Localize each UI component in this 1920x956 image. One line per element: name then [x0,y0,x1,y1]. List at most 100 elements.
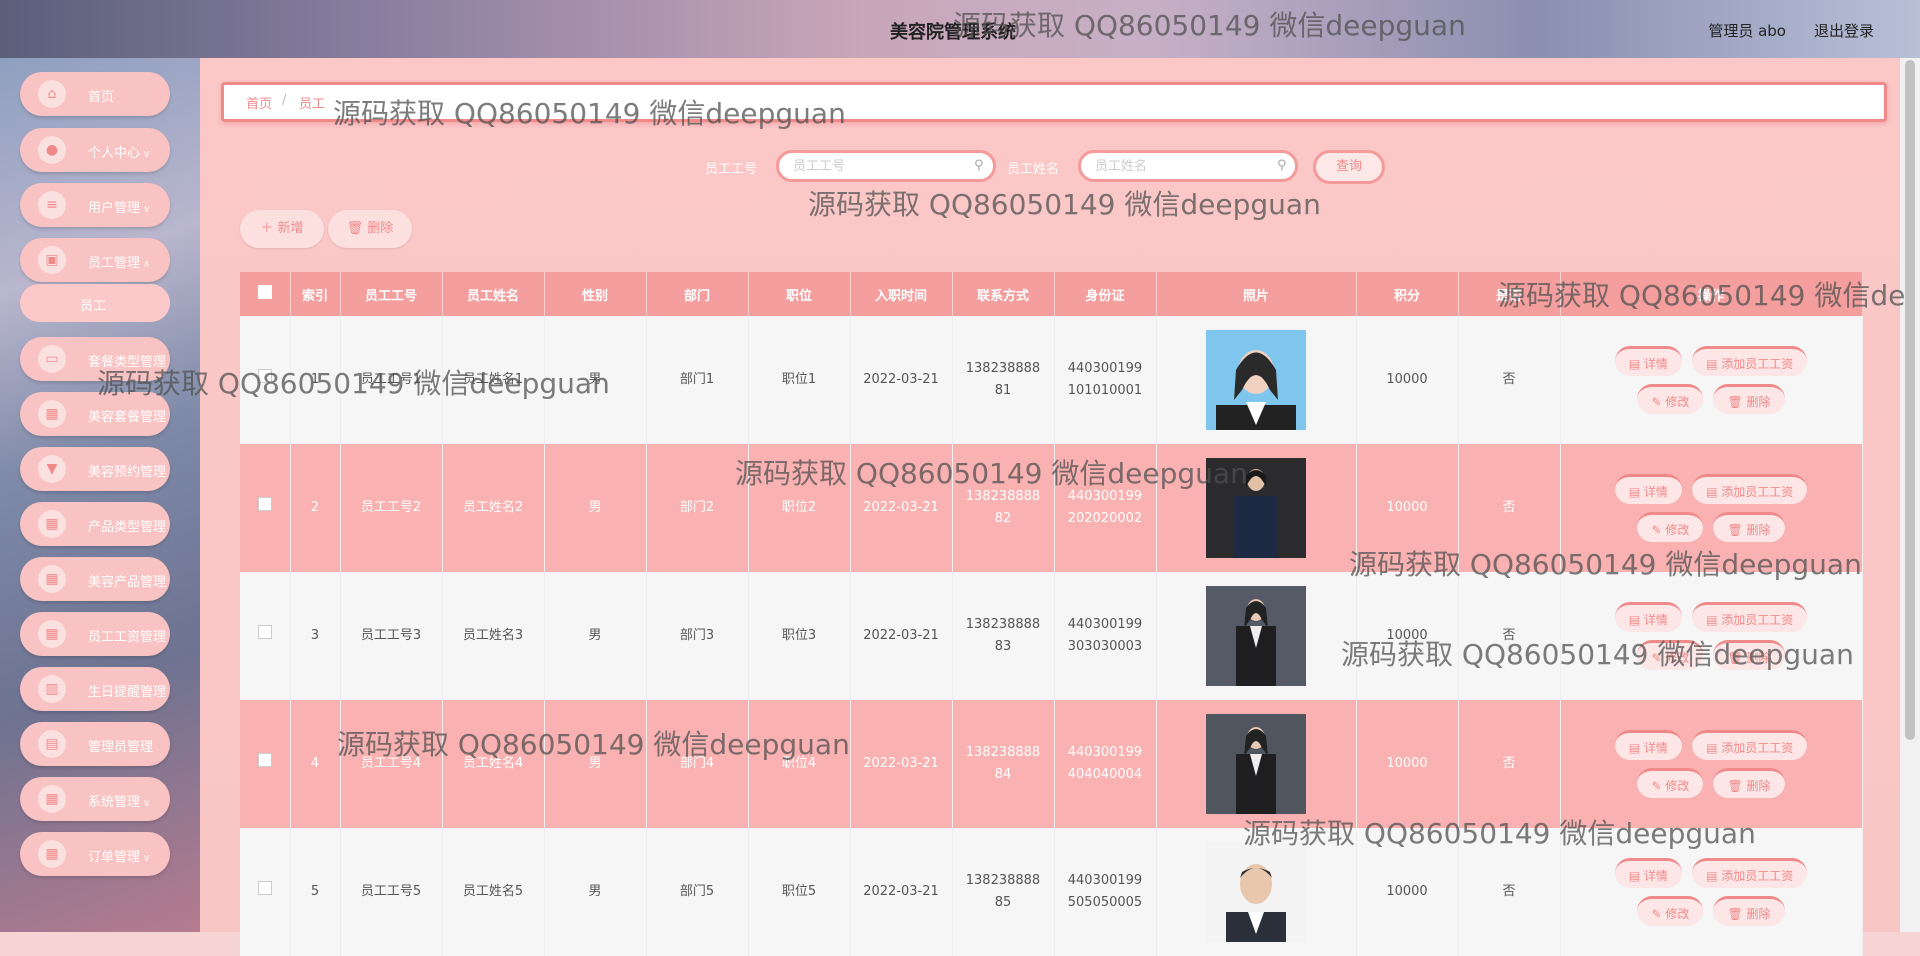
row-delete-button[interactable]: 🗑 删除 [1713,896,1785,926]
staff-photo[interactable] [1206,714,1306,814]
edit-button[interactable]: ✎ 修改 [1637,512,1704,542]
detail-button[interactable]: ▤ 详情 [1614,602,1682,632]
edit-button[interactable]: ✎ 修改 [1637,896,1704,926]
home-icon: ⌂ [38,80,66,108]
grid-icon: ▦ [38,785,66,813]
sidebar-item-salary[interactable]: ▦ 员工工资管理 [20,612,170,656]
cell-phone: 138238888 83 [952,572,1055,700]
phone-part: 85 [994,895,1012,910]
pin-icon: ▼ [38,455,66,483]
sidebar-item-product[interactable]: ▦ 美容产品管理 [20,557,170,601]
cell-flag: 否 [1458,444,1561,572]
row-checkbox[interactable] [240,700,291,828]
sidebar-item-appointment[interactable]: ▼ 美容预约管理 [20,447,170,491]
add-salary-label: 添加员工工资 [1721,741,1794,755]
idcard-part: 303030003 [1067,639,1143,654]
sidebar-item-package[interactable]: ▦ 美容套餐管理 [20,392,170,436]
row-checkbox[interactable] [240,828,291,956]
cell-staff-id: 员工工号5 [340,828,443,956]
add-salary-button[interactable]: ▤ 添加员工工资 [1692,602,1808,632]
cell-flag: 否 [1458,316,1561,444]
sidebar-item-label: 美容套餐管理 [88,410,167,425]
cell-points: 10000 [1356,700,1459,828]
detail-button[interactable]: ▤ 详情 [1614,730,1682,760]
cell-sex: 男 [544,828,647,956]
row-delete-button[interactable]: 🗑 删除 [1713,768,1785,798]
cell-position: 职位5 [748,828,851,956]
sidebar-item-home[interactable]: ⌂ 首页 [20,72,170,116]
add-salary-button[interactable]: ▤ 添加员工工资 [1692,858,1808,888]
edit-label: 修改 [1665,395,1690,409]
staff-photo[interactable] [1206,586,1306,686]
cell-photo [1156,444,1357,572]
scrollbar-thumb[interactable] [1905,60,1915,740]
cell-hire-date: 2022-03-21 [850,572,953,700]
cell-actions: ▤ 详情 ▤ 添加员工工资 ✎ 修改 🗑 删除 [1560,700,1863,828]
sidebar-item-users[interactable]: ≡ 用户管理 ∨ [20,183,170,227]
grid-icon: ▦ [38,510,66,538]
row-checkbox[interactable] [240,444,291,572]
staff-name-input[interactable] [1078,150,1298,182]
select-all-checkbox[interactable] [240,272,291,316]
edit-button[interactable]: ✎ 修改 [1637,768,1704,798]
cell-points: 10000 [1356,444,1459,572]
sidebar-item-staff[interactable]: ▣ 员工管理 ∧ [20,238,170,282]
idcard-part: 440300199 [1067,873,1143,888]
vertical-scrollbar[interactable] [1900,58,1920,932]
edit-label: 修改 [1665,779,1690,793]
row-delete-button[interactable]: 🗑 删除 [1713,384,1785,414]
cell-photo [1156,316,1357,444]
row-checkbox[interactable] [240,572,291,700]
row-delete-button[interactable]: 🗑 删除 [1713,512,1785,542]
detail-button[interactable]: ▤ 详情 [1614,346,1682,376]
table-header-row: 索引 员工工号 员工姓名 性别 部门 职位 入职时间 联系方式 身份证 照片 积… [240,272,1863,316]
row-checkbox[interactable] [240,316,291,444]
sidebar-item-admin[interactable]: ▤ 管理员管理 [20,722,170,766]
cell-index: 3 [290,572,341,700]
cell-index: 2 [290,444,341,572]
add-salary-button[interactable]: ▤ 添加员工工资 [1692,346,1808,376]
staff-photo[interactable] [1206,842,1306,942]
logout-link[interactable]: 退出登录 [1814,20,1874,41]
sidebar-item-product-type[interactable]: ▦ 产品类型管理 [20,502,170,546]
detail-button[interactable]: ▤ 详情 [1614,474,1682,504]
staff-photo[interactable] [1206,458,1306,558]
sidebar-subitem-staff[interactable]: 员工 [20,284,170,322]
cell-sex: 男 [544,572,647,700]
sidebar-item-orders[interactable]: ▦ 订单管理 ∨ [20,832,170,876]
cell-hire-date: 2022-03-21 [850,828,953,956]
delete-label: 删除 [1746,395,1771,409]
detail-button[interactable]: ▤ 详情 [1614,858,1682,888]
sidebar-item-system[interactable]: ▦ 系统管理 ∨ [20,777,170,821]
row-delete-button[interactable]: 🗑 删除 [1713,640,1785,670]
cell-id-card: 440300199 101010001 [1054,316,1157,444]
staff-icon: ▣ [38,246,66,274]
phone-part: 138238888 [965,873,1041,888]
add-button[interactable]: ＋ 新增 [240,210,324,248]
staff-photo[interactable] [1206,330,1306,430]
phone-part: 82 [994,511,1012,526]
query-button[interactable]: 查询 [1313,150,1385,184]
edit-button[interactable]: ✎ 修改 [1637,384,1704,414]
staff-id-input[interactable] [776,150,996,182]
sidebar-item-profile[interactable]: ● 个人中心 ∨ [20,128,170,172]
cell-photo [1156,828,1357,956]
phone-part: 83 [994,639,1012,654]
cell-points: 10000 [1356,572,1459,700]
cell-phone: 138238888 82 [952,444,1055,572]
cell-index: 5 [290,828,341,956]
cell-actions: ▤ 详情 ▤ 添加员工工资 ✎ 修改 🗑 删除 [1560,572,1863,700]
cell-actions: ▤ 详情 ▤ 添加员工工资 ✎ 修改 🗑 删除 [1560,444,1863,572]
clipboard-icon: ▤ [38,730,66,758]
edit-button[interactable]: ✎ 修改 [1637,640,1704,670]
delete-button[interactable]: 🗑 删除 [328,210,412,248]
sidebar-item-package-type[interactable]: ▭ 套餐类型管理 [20,337,170,381]
cell-id-card: 440300199 303030003 [1054,572,1157,700]
edit-label: 修改 [1665,651,1690,665]
breadcrumb-home[interactable]: 首页 [246,93,272,112]
cell-hire-date: 2022-03-21 [850,444,953,572]
add-salary-button[interactable]: ▤ 添加员工工资 [1692,474,1808,504]
cell-flag: 否 [1458,828,1561,956]
add-salary-button[interactable]: ▤ 添加员工工资 [1692,730,1808,760]
sidebar-item-birthday[interactable]: ▥ 生日提醒管理 [20,667,170,711]
